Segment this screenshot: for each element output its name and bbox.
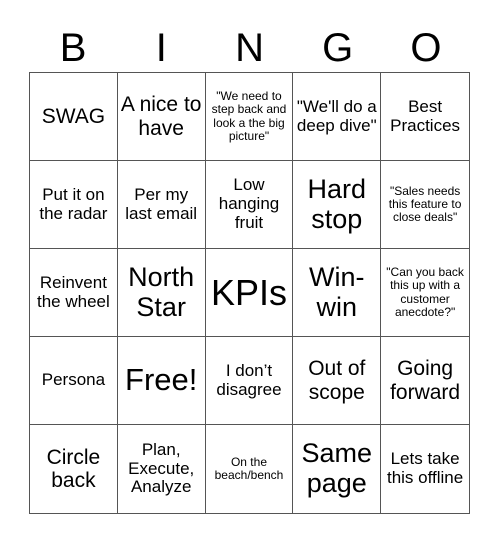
bingo-header: B I N G O bbox=[29, 24, 470, 72]
header-letter-i: I bbox=[155, 26, 167, 70]
bingo-cell[interactable]: "We need to step back and look a the big… bbox=[205, 73, 294, 161]
header-letter-b: B bbox=[59, 26, 87, 70]
bingo-cell[interactable]: SWAG bbox=[30, 73, 118, 161]
bingo-cell[interactable]: KPIs bbox=[205, 249, 294, 337]
bingo-cell[interactable]: North Star bbox=[117, 249, 206, 337]
bingo-cell[interactable]: "Can you back this up with a customer an… bbox=[381, 249, 469, 337]
bingo-cell[interactable]: Free! bbox=[117, 337, 206, 425]
bingo-cell[interactable]: Best Practices bbox=[381, 73, 469, 161]
header-letter-o: O bbox=[410, 26, 442, 70]
bingo-cell[interactable]: Per my last email bbox=[117, 161, 206, 249]
bingo-cell[interactable]: Win-win bbox=[293, 249, 382, 337]
header-letter-n: N bbox=[235, 26, 264, 70]
bingo-cell[interactable]: Put it on the radar bbox=[30, 161, 118, 249]
bingo-cell[interactable]: Going forward bbox=[381, 337, 469, 425]
bingo-cell[interactable]: Hard stop bbox=[293, 161, 382, 249]
bingo-cell[interactable]: On the beach/bench bbox=[206, 425, 294, 513]
bingo-cell[interactable]: Circle back bbox=[30, 425, 118, 513]
bingo-grid: SWAG A nice to have "We need to step bac… bbox=[29, 72, 470, 514]
bingo-cell[interactable]: Out of scope bbox=[293, 337, 382, 425]
bingo-cell[interactable]: Same page bbox=[293, 425, 382, 513]
bingo-cell[interactable]: Low hanging fruit bbox=[205, 161, 294, 249]
bingo-cell[interactable]: I don’t disagree bbox=[205, 337, 294, 425]
bingo-cell[interactable]: "Sales needs this feature to close deals… bbox=[381, 161, 469, 249]
header-letter-g: G bbox=[322, 26, 354, 70]
bingo-cell[interactable]: Persona bbox=[30, 337, 118, 425]
bingo-cell[interactable]: Plan, Execute, Analyze bbox=[118, 425, 206, 513]
bingo-cell[interactable]: A nice to have bbox=[117, 73, 206, 161]
bingo-cell[interactable]: "We'll do a deep dive" bbox=[293, 73, 382, 161]
bingo-cell[interactable]: Lets take this offline bbox=[381, 425, 469, 513]
bingo-cell[interactable]: Reinvent the wheel bbox=[30, 249, 118, 337]
